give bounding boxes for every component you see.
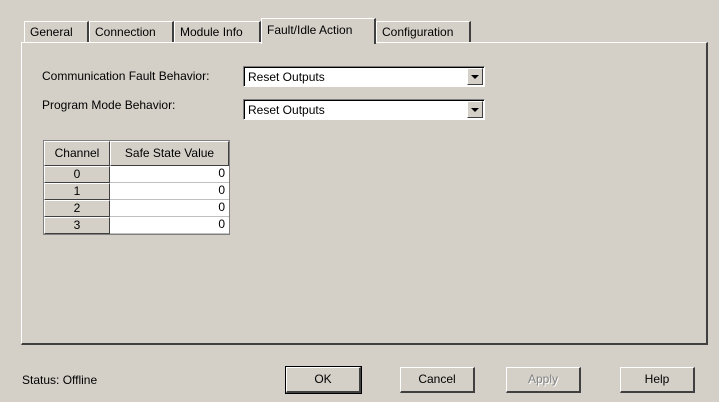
cancel-button[interactable]: Cancel: [400, 367, 475, 393]
column-header-safe-state-value[interactable]: Safe State Value: [110, 141, 229, 166]
help-button[interactable]: Help: [620, 367, 695, 393]
chevron-down-icon[interactable]: [467, 101, 483, 118]
channel-cell: 1: [44, 183, 110, 200]
tab-connection[interactable]: Connection: [89, 21, 174, 43]
status-text: Status: Offline: [22, 373, 98, 387]
safe-state-value-cell[interactable]: 0: [110, 200, 229, 217]
tab-general[interactable]: General: [24, 21, 89, 43]
fault-idle-action-page: Communication Fault Behavior: Reset Outp…: [21, 42, 708, 345]
table-row: 2 0: [44, 200, 229, 217]
ok-button[interactable]: OK: [285, 366, 362, 394]
safe-state-value-cell[interactable]: 0: [110, 166, 229, 183]
comm-fault-value: Reset Outputs: [248, 70, 325, 84]
tab-fault-idle-action[interactable]: Fault/Idle Action: [261, 18, 376, 44]
apply-button[interactable]: Apply: [506, 367, 581, 393]
safe-state-table: Channel Safe State Value 0 0 1 0 2 0 3 0: [43, 140, 230, 235]
tab-module-info[interactable]: Module Info: [174, 21, 261, 43]
safe-state-value-cell[interactable]: 0: [110, 183, 229, 200]
channel-cell: 0: [44, 166, 110, 183]
program-mode-behavior-select[interactable]: Reset Outputs: [243, 99, 485, 120]
column-header-channel[interactable]: Channel: [44, 141, 110, 166]
table-header: Channel Safe State Value: [44, 141, 229, 166]
program-mode-label: Program Mode Behavior:: [42, 98, 176, 112]
tab-configuration[interactable]: Configuration: [376, 21, 471, 43]
module-properties-dialog: General Connection Module Info Fault/Idl…: [0, 0, 719, 402]
table-row: 3 0: [44, 217, 229, 234]
channel-cell: 3: [44, 217, 110, 234]
program-mode-value: Reset Outputs: [248, 103, 325, 117]
channel-cell: 2: [44, 200, 110, 217]
comm-fault-label: Communication Fault Behavior:: [42, 69, 210, 83]
chevron-down-icon[interactable]: [467, 68, 483, 85]
table-row: 1 0: [44, 183, 229, 200]
safe-state-value-cell[interactable]: 0: [110, 217, 229, 234]
comm-fault-behavior-select[interactable]: Reset Outputs: [243, 66, 485, 87]
table-row: 0 0: [44, 166, 229, 183]
